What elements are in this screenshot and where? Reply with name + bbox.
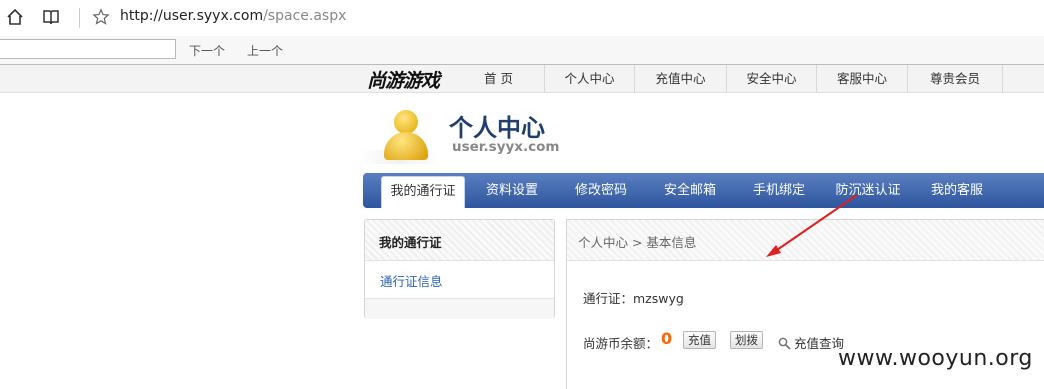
annotation-arrow	[766, 194, 858, 257]
watermark: www.wooyun.org	[838, 346, 1033, 371]
